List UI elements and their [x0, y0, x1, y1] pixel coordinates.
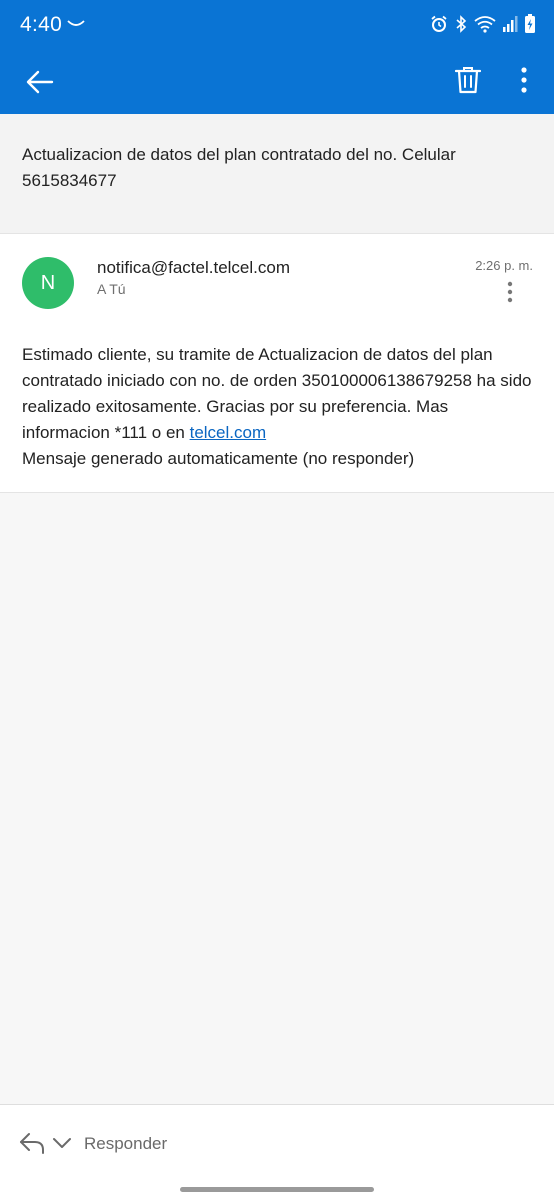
home-indicator[interactable] [180, 1187, 374, 1192]
message-more-button[interactable] [498, 278, 522, 306]
message-body-text: Estimado cliente, su tramite de Actualiz… [22, 345, 532, 442]
email-subject: Actualizacion de datos del plan contrata… [22, 145, 456, 190]
recipient-line: A Tú [97, 281, 126, 297]
reply-icon[interactable] [18, 1131, 46, 1155]
alarm-icon [431, 15, 447, 32]
reply-button[interactable]: Responder [84, 1134, 167, 1154]
subject-area: Actualizacion de datos del plan contrata… [0, 114, 554, 233]
status-bar: 4:40 [0, 0, 554, 50]
signal-icon [503, 16, 518, 32]
reply-bar: Responder [0, 1104, 554, 1200]
chevron-down-icon[interactable] [52, 1135, 72, 1151]
auto-message-note: Mensaje generado automaticamente (no res… [22, 449, 415, 468]
more-vertical-icon [521, 67, 527, 93]
telcel-link[interactable]: telcel.com [190, 423, 267, 442]
status-icons [430, 14, 536, 34]
app-bar [0, 50, 554, 114]
battery-charging-icon [525, 14, 535, 33]
back-arrow-icon [26, 70, 54, 94]
sender-address[interactable]: notifica@factel.telcel.com [97, 258, 290, 278]
message-body: Estimado cliente, su tramite de Actualiz… [22, 342, 534, 472]
message-card: N notifica@factel.telcel.com A Tú 2:26 p… [0, 233, 554, 493]
sender-avatar[interactable]: N [22, 257, 74, 309]
more-options-button[interactable] [506, 60, 542, 100]
wifi-icon [474, 16, 496, 33]
message-time: 2:26 p. m. [475, 258, 533, 273]
more-vertical-icon [507, 281, 513, 303]
trash-icon [455, 67, 481, 94]
bluetooth-icon [456, 15, 467, 33]
arc-icon [67, 20, 85, 26]
delete-button[interactable] [448, 60, 488, 100]
status-time: 4:40 [20, 13, 63, 36]
back-button[interactable] [20, 62, 60, 102]
email-view-screen: 4:40 Actualizacion de datos del plan con… [0, 0, 554, 1200]
